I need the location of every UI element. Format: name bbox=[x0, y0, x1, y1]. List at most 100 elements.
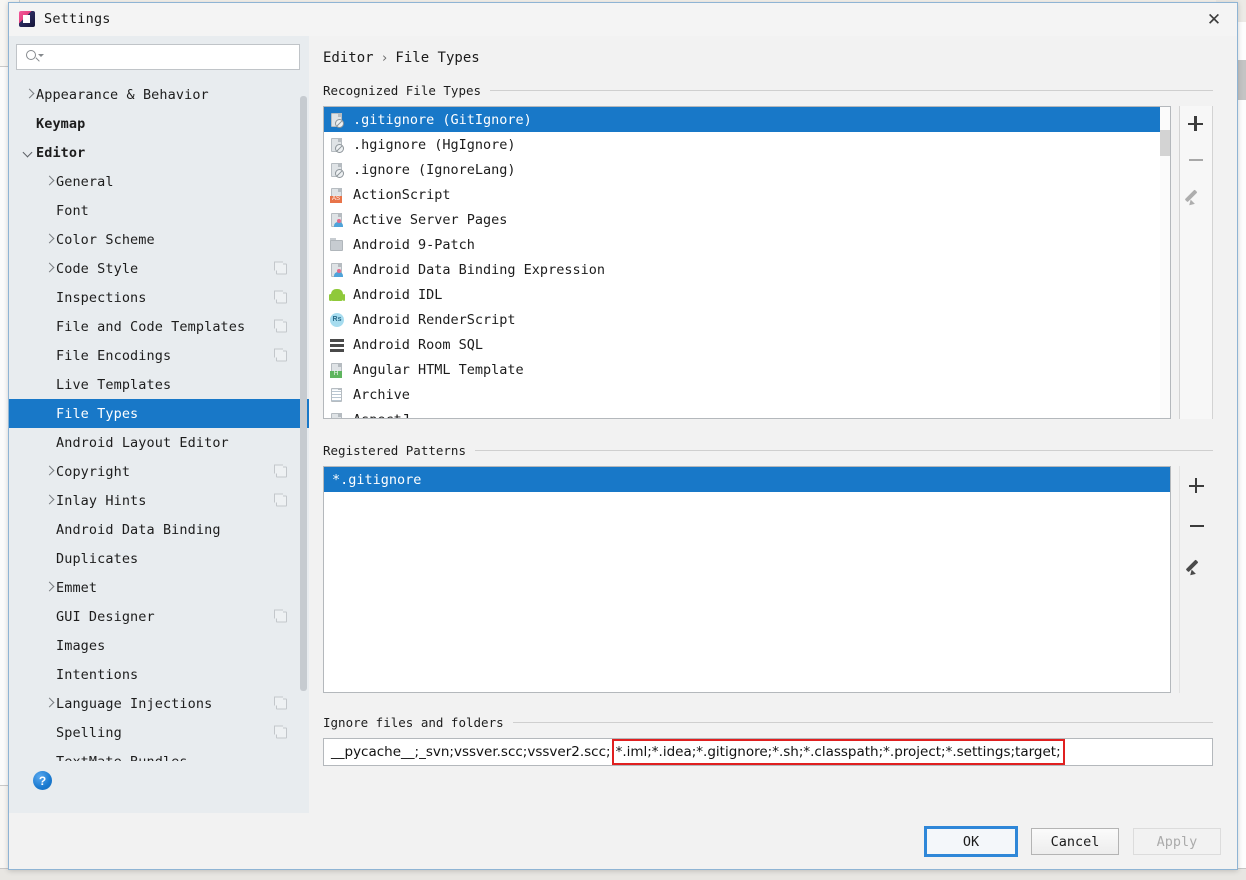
tree-spacer bbox=[43, 639, 56, 652]
sidebar-item-android-data-binding[interactable]: Android Data Binding bbox=[9, 515, 309, 544]
cancel-button[interactable]: Cancel bbox=[1031, 828, 1119, 855]
copy-settings-icon[interactable] bbox=[276, 263, 287, 274]
sidebar-item-android-layout-editor[interactable]: Android Layout Editor bbox=[9, 428, 309, 457]
help-bar: ? bbox=[9, 761, 309, 813]
sidebar-item-file-and-code-templates[interactable]: File and Code Templates bbox=[9, 312, 309, 341]
file-type-row[interactable]: Android Room SQL bbox=[324, 332, 1170, 357]
file-type-row[interactable]: Android Data Binding Expression bbox=[324, 257, 1170, 282]
chevron-right-icon[interactable] bbox=[43, 494, 56, 507]
edit-pattern-button[interactable] bbox=[1185, 554, 1209, 578]
apply-button: Apply bbox=[1133, 828, 1221, 855]
search-input[interactable] bbox=[43, 49, 293, 66]
dialog-titlebar: Settings ✕ bbox=[9, 3, 1237, 36]
nine-patch-folder-icon bbox=[329, 237, 345, 253]
dialog-title: Settings bbox=[44, 11, 111, 27]
copy-settings-icon[interactable] bbox=[276, 698, 287, 709]
file-type-label: .ignore (IgnoreLang) bbox=[353, 162, 516, 178]
copy-settings-icon[interactable] bbox=[276, 611, 287, 622]
copy-settings-icon[interactable] bbox=[276, 495, 287, 506]
file-type-label: Android Room SQL bbox=[353, 337, 483, 353]
copy-settings-icon[interactable] bbox=[276, 321, 287, 332]
sidebar-item-label: Live Templates bbox=[56, 377, 171, 393]
copy-settings-icon[interactable] bbox=[276, 466, 287, 477]
chevron-down-icon[interactable] bbox=[23, 146, 36, 159]
chevron-right-icon[interactable] bbox=[43, 233, 56, 246]
sidebar-scrollbar-thumb[interactable] bbox=[300, 96, 307, 691]
dialog-footer: OK Cancel Apply bbox=[9, 813, 1237, 869]
breadcrumb-parent[interactable]: Editor bbox=[323, 50, 374, 66]
sidebar-item-code-style[interactable]: Code Style bbox=[9, 254, 309, 283]
hgignore-file-icon bbox=[329, 137, 345, 153]
file-type-row[interactable]: Android 9-Patch bbox=[324, 232, 1170, 257]
sidebar-item-color-scheme[interactable]: Color Scheme bbox=[9, 225, 309, 254]
file-type-label: .gitignore (GitIgnore) bbox=[353, 112, 532, 128]
sidebar-item-file-encodings[interactable]: File Encodings bbox=[9, 341, 309, 370]
archive-file-icon bbox=[329, 387, 345, 403]
sidebar-item-keymap[interactable]: Keymap bbox=[9, 109, 309, 138]
file-type-row[interactable]: Active Server Pages bbox=[324, 207, 1170, 232]
sidebar-item-font[interactable]: Font bbox=[9, 196, 309, 225]
tree-spacer bbox=[43, 320, 56, 333]
sidebar-item-appearance-behavior[interactable]: Appearance & Behavior bbox=[9, 80, 309, 109]
sidebar-item-emmet[interactable]: Emmet bbox=[9, 573, 309, 602]
sidebar-item-images[interactable]: Images bbox=[9, 631, 309, 660]
sidebar-item-textmate-bundles[interactable]: TextMate Bundles bbox=[9, 747, 309, 761]
file-type-row[interactable]: HAngular HTML Template bbox=[324, 357, 1170, 382]
file-type-row[interactable]: .ignore (IgnoreLang) bbox=[324, 157, 1170, 182]
remove-file-type-button bbox=[1184, 148, 1208, 172]
sidebar-item-label: Keymap bbox=[36, 116, 85, 132]
sidebar-item-label: File and Code Templates bbox=[56, 319, 245, 335]
sidebar-item-gui-designer[interactable]: GUI Designer bbox=[9, 602, 309, 631]
registered-patterns-list[interactable]: *.gitignore bbox=[323, 466, 1171, 693]
renderscript-file-icon: Rs bbox=[329, 312, 345, 328]
file-type-row[interactable]: AspectJ bbox=[324, 407, 1170, 419]
sidebar-item-editor[interactable]: Editor bbox=[9, 138, 309, 167]
file-type-row[interactable]: .hgignore (HgIgnore) bbox=[324, 132, 1170, 157]
chevron-right-icon[interactable] bbox=[43, 465, 56, 478]
sidebar-item-language-injections[interactable]: Language Injections bbox=[9, 689, 309, 718]
pattern-row[interactable]: *.gitignore bbox=[324, 467, 1170, 492]
chevron-right-icon[interactable] bbox=[43, 697, 56, 710]
background-scrollbar[interactable] bbox=[1238, 60, 1246, 100]
file-type-row[interactable]: RsAndroid RenderScript bbox=[324, 307, 1170, 332]
ignore-section-header: Ignore files and folders bbox=[309, 715, 1237, 730]
copy-settings-icon[interactable] bbox=[276, 727, 287, 738]
patterns-section-title: Registered Patterns bbox=[323, 443, 466, 458]
sidebar-item-live-templates[interactable]: Live Templates bbox=[9, 370, 309, 399]
chevron-right-icon[interactable] bbox=[43, 581, 56, 594]
remove-pattern-button[interactable] bbox=[1185, 514, 1209, 538]
chevron-right-icon[interactable] bbox=[43, 262, 56, 275]
sidebar-item-general[interactable]: General bbox=[9, 167, 309, 196]
ignore-files-input[interactable]: __pycache__;_svn;vssver.scc;vssver2.scc;… bbox=[323, 738, 1213, 766]
sidebar-item-file-types[interactable]: File Types bbox=[9, 399, 309, 428]
sidebar-item-label: Inspections bbox=[56, 290, 147, 306]
add-pattern-button[interactable] bbox=[1185, 474, 1209, 498]
file-type-row[interactable]: Android IDL bbox=[324, 282, 1170, 307]
tree-spacer bbox=[43, 349, 56, 362]
file-type-row[interactable]: Archive bbox=[324, 382, 1170, 407]
help-icon[interactable]: ? bbox=[33, 771, 52, 790]
sidebar-item-inspections[interactable]: Inspections bbox=[9, 283, 309, 312]
copy-settings-icon[interactable] bbox=[276, 350, 287, 361]
file-type-row[interactable]: .gitignore (GitIgnore) bbox=[324, 107, 1170, 132]
sidebar-item-inlay-hints[interactable]: Inlay Hints bbox=[9, 486, 309, 515]
recognized-file-types-list[interactable]: .gitignore (GitIgnore) .hgignore (HgIgnor… bbox=[323, 106, 1171, 419]
copy-settings-icon[interactable] bbox=[276, 292, 287, 303]
sidebar-item-spelling[interactable]: Spelling bbox=[9, 718, 309, 747]
add-file-type-button[interactable] bbox=[1184, 112, 1208, 136]
section-divider bbox=[475, 450, 1213, 451]
sidebar-item-copyright[interactable]: Copyright bbox=[9, 457, 309, 486]
tree-spacer bbox=[43, 523, 56, 536]
recognized-list-scrollbar-thumb[interactable] bbox=[1160, 130, 1170, 156]
file-type-label: ActionScript bbox=[353, 187, 451, 203]
sidebar-item-duplicates[interactable]: Duplicates bbox=[9, 544, 309, 573]
tree-spacer bbox=[43, 436, 56, 449]
search-box[interactable] bbox=[16, 44, 300, 70]
close-icon[interactable]: ✕ bbox=[1203, 9, 1225, 31]
sidebar-item-intentions[interactable]: Intentions bbox=[9, 660, 309, 689]
ok-button[interactable]: OK bbox=[925, 827, 1017, 856]
chevron-right-icon[interactable] bbox=[43, 175, 56, 188]
registered-patterns-panel: *.gitignore bbox=[323, 466, 1213, 693]
chevron-right-icon[interactable] bbox=[23, 88, 36, 101]
file-type-row[interactable]: ASActionScript bbox=[324, 182, 1170, 207]
